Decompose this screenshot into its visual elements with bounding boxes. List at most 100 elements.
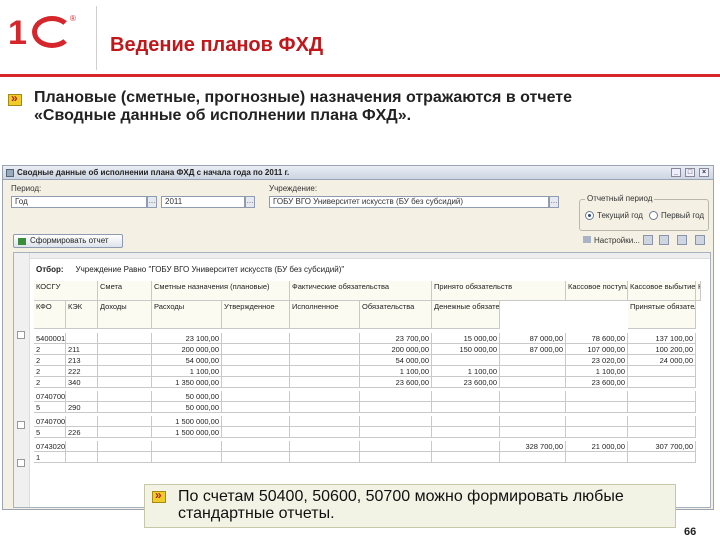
- table-cell: 23 600,00: [566, 377, 628, 388]
- table-cell: [222, 377, 290, 388]
- generate-report-button[interactable]: Сформировать отчет: [13, 234, 123, 248]
- table-cell: 0740700000: [34, 391, 66, 402]
- table-cell: [66, 333, 98, 344]
- logo-c-shape: [32, 16, 72, 48]
- report-period-legend: Отчетный период: [585, 194, 655, 203]
- table-cell: [360, 391, 432, 402]
- table-header-cell: Неисполненные: [696, 281, 701, 301]
- table-cell: [432, 452, 500, 463]
- delete-icon[interactable]: [677, 235, 687, 245]
- table-cell: [360, 441, 432, 452]
- settings-button[interactable]: Настройки...: [583, 236, 640, 245]
- table-cell: [98, 344, 152, 355]
- bullet-icon: [8, 91, 22, 106]
- table-cell: [290, 377, 360, 388]
- minimize-icon[interactable]: _: [671, 168, 681, 177]
- table-header-cell: Фактические обязательства: [290, 281, 432, 301]
- table-cell: 307 700,00: [628, 441, 696, 452]
- table-header-cell: Расходы: [152, 301, 222, 329]
- table-cell: 200 000,00: [360, 344, 432, 355]
- org-field[interactable]: ГОБУ ВГО Университет искусств (БУ без су…: [269, 196, 549, 208]
- table-cell: 23 100,00: [152, 333, 222, 344]
- table-cell: [290, 452, 360, 463]
- 1c-logo: 1 ®: [6, 14, 86, 56]
- period-select-button[interactable]: …: [147, 196, 157, 208]
- year-select-button[interactable]: …: [245, 196, 255, 208]
- generate-report-label: Сформировать отчет: [30, 236, 109, 245]
- radio-first-year[interactable]: [649, 211, 658, 220]
- help-icon[interactable]: [695, 235, 705, 245]
- table-cell: [290, 391, 360, 402]
- table-header-cell: Принято обязательств: [432, 281, 566, 301]
- table-header-cell: КЭК: [66, 301, 98, 329]
- table-cell: [500, 427, 566, 438]
- table-cell: 23 600,00: [360, 377, 432, 388]
- table-cell: 1 100,00: [360, 366, 432, 377]
- table-cell: 15 000,00: [432, 333, 500, 344]
- period-field[interactable]: Год: [11, 196, 147, 208]
- table-cell: [98, 377, 152, 388]
- table-header-cell: Кассовое поступление: [566, 281, 628, 301]
- filter-line: Отбор: Учреждение Равно "ГОБУ ВГО Универс…: [36, 265, 344, 274]
- close-icon[interactable]: ×: [699, 168, 709, 177]
- table-header-cell: КОСГУ: [34, 281, 98, 301]
- table-cell: [360, 452, 432, 463]
- table-header-cell: Утвержденное: [222, 301, 290, 329]
- table-cell: [66, 391, 98, 402]
- save-icon[interactable]: [643, 235, 653, 245]
- table-cell: [432, 391, 500, 402]
- table-cell: 5400001000: [34, 333, 66, 344]
- table-cell: [628, 366, 696, 377]
- table-cell: 0743020000: [34, 441, 66, 452]
- table-cell: 21 000,00: [566, 441, 628, 452]
- table-header-cell: Принятые обязательства: [628, 301, 696, 329]
- group-toggle-icon[interactable]: [17, 331, 25, 339]
- run-icon: [18, 238, 26, 245]
- callout-text: По счетам 50400, 50600, 50700 можно форм…: [178, 488, 624, 522]
- settings-label: Настройки...: [594, 236, 640, 245]
- table-cell: [290, 344, 360, 355]
- report-sheet[interactable]: Отбор: Учреждение Равно "ГОБУ ВГО Универс…: [13, 252, 711, 508]
- group-toggle-icon[interactable]: [17, 421, 25, 429]
- table-cell: 50 000,00: [152, 402, 222, 413]
- table-cell: 1: [34, 452, 66, 463]
- table-header-cell: Кассовое выбытие: [628, 281, 696, 301]
- table-cell: [360, 427, 432, 438]
- radio-current-year[interactable]: [585, 211, 594, 220]
- table-cell: [432, 416, 500, 427]
- report-window: Сводные данные об исполнении плана ФХД с…: [2, 165, 714, 510]
- table-cell: 54 000,00: [360, 355, 432, 366]
- table-cell: [500, 355, 566, 366]
- table-cell: [628, 402, 696, 413]
- table-cell: [98, 402, 152, 413]
- table-cell: 290: [66, 402, 98, 413]
- table-cell: 1 500 000,00: [152, 416, 222, 427]
- maximize-icon[interactable]: □: [685, 168, 695, 177]
- table-cell: [500, 416, 566, 427]
- table-cell: [152, 452, 222, 463]
- table-cell: 211: [66, 344, 98, 355]
- table-cell: 100 200,00: [628, 344, 696, 355]
- org-select-button[interactable]: …: [549, 196, 559, 208]
- table-cell: 54 000,00: [152, 355, 222, 366]
- table-cell: 2: [34, 344, 66, 355]
- table-cell: 1 100,00: [566, 366, 628, 377]
- table-cell: [98, 366, 152, 377]
- group-toggle-icon[interactable]: [17, 459, 25, 467]
- filter-line-value: Учреждение Равно "ГОБУ ВГО Университет и…: [75, 265, 345, 274]
- year-field[interactable]: 2011: [161, 196, 245, 208]
- table-cell: [360, 416, 432, 427]
- tree-icon[interactable]: [659, 235, 669, 245]
- table-cell: [222, 441, 290, 452]
- radio-current-year-label: Текущий год: [597, 211, 643, 220]
- filter-line-label: Отбор:: [36, 265, 64, 274]
- table-cell: [222, 427, 290, 438]
- table-cell: [222, 344, 290, 355]
- table-cell: [222, 416, 290, 427]
- logo-registered-mark: ®: [70, 14, 76, 23]
- table-cell: [628, 416, 696, 427]
- table-cell: [222, 333, 290, 344]
- header-divider: [96, 6, 97, 70]
- window-title: Сводные данные об исполнении плана ФХД с…: [17, 168, 290, 177]
- table-cell: 1 100,00: [152, 366, 222, 377]
